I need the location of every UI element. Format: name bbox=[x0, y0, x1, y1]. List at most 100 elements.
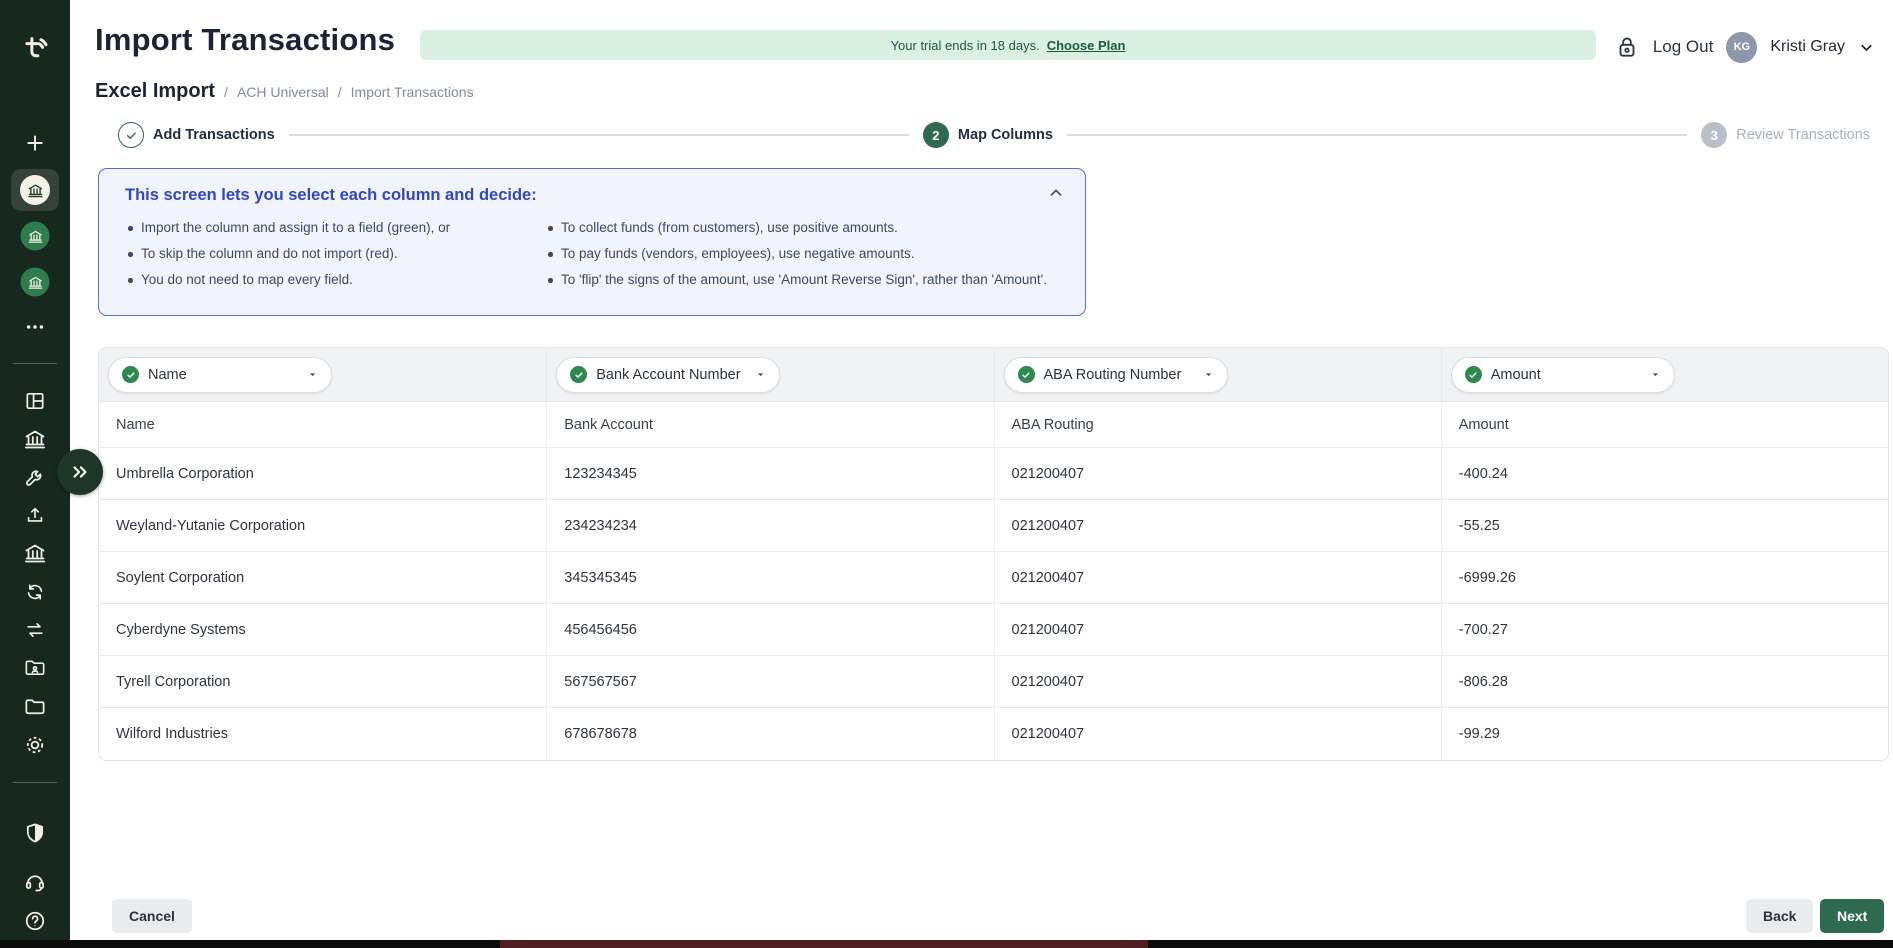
cell-amount: -99.29 bbox=[1441, 708, 1888, 760]
breadcrumb-primary: Excel Import bbox=[95, 80, 215, 103]
table-row: Umbrella Corporation 123234345 021200407… bbox=[99, 448, 1888, 500]
chevron-up-icon[interactable] bbox=[1047, 184, 1065, 207]
step-map-columns: 2 Map Columns bbox=[923, 122, 1053, 148]
lock-icon[interactable] bbox=[1614, 34, 1640, 60]
header-user-area: Log Out KG Kristi Gray bbox=[1614, 28, 1875, 66]
dropdown-value: Name bbox=[148, 367, 187, 383]
stepper-connector bbox=[289, 134, 909, 136]
sidebar-expand-button[interactable] bbox=[57, 449, 103, 495]
cell-name: Wilford Industries bbox=[99, 708, 546, 760]
cell-amount: -400.24 bbox=[1441, 448, 1888, 499]
sidebar-item-company-3[interactable] bbox=[21, 268, 50, 297]
mapped-check-icon bbox=[1018, 366, 1035, 383]
step-label: Add Transactions bbox=[153, 127, 275, 143]
bank-icon bbox=[21, 222, 50, 251]
cell-bank-account: 234234234 bbox=[546, 500, 993, 551]
table-row: Tyrell Corporation 567567567 021200407 -… bbox=[99, 656, 1888, 708]
avatar[interactable]: KG bbox=[1726, 32, 1757, 63]
column-header: ABA Routing bbox=[994, 402, 1441, 447]
user-name: Kristi Gray bbox=[1770, 38, 1845, 56]
mapped-check-icon bbox=[122, 366, 139, 383]
step-add-transactions: Add Transactions bbox=[118, 122, 275, 148]
sidebar-item-institution[interactable] bbox=[23, 541, 47, 565]
cancel-button[interactable]: Cancel bbox=[112, 899, 192, 933]
app-logo-icon bbox=[20, 33, 50, 63]
sidebar-item-settings[interactable] bbox=[23, 733, 47, 757]
cell-amount: -806.28 bbox=[1441, 656, 1888, 707]
step-number-badge: 3 bbox=[1701, 122, 1727, 148]
stepper-connector bbox=[1067, 134, 1687, 136]
column-field-dropdown-bank-account[interactable]: Bank Account Number bbox=[556, 357, 780, 393]
bottom-taskbar-accent bbox=[500, 940, 1148, 948]
add-company-button[interactable] bbox=[24, 132, 47, 155]
mapped-check-icon bbox=[570, 366, 587, 383]
sidebar-item-contacts-folder[interactable] bbox=[24, 657, 47, 680]
cell-name: Cyberdyne Systems bbox=[99, 604, 546, 655]
step-label: Review Transactions bbox=[1736, 127, 1870, 143]
caret-down-icon bbox=[755, 369, 766, 380]
caret-down-icon bbox=[307, 369, 318, 380]
sidebar-item-support[interactable] bbox=[24, 871, 47, 894]
step-label: Map Columns bbox=[958, 127, 1053, 143]
instruction-bullet: To collect funds (from customers), use p… bbox=[545, 220, 1047, 235]
column-header: Bank Account bbox=[546, 402, 993, 447]
selector-cell: Amount bbox=[1441, 348, 1888, 401]
breadcrumb-item[interactable]: ACH Universal bbox=[237, 84, 329, 100]
selector-cell: Name bbox=[99, 348, 546, 401]
sidebar-item-exchange[interactable] bbox=[24, 619, 46, 641]
cell-bank-account: 345345345 bbox=[546, 552, 993, 603]
sidebar-item-help[interactable] bbox=[24, 910, 47, 933]
step-review-transactions: 3 Review Transactions bbox=[1701, 122, 1870, 148]
sidebar-item-upload[interactable] bbox=[24, 504, 46, 526]
more-companies-button[interactable] bbox=[24, 316, 46, 338]
breadcrumb-separator: / bbox=[338, 84, 342, 100]
column-mapping-table: Name Bank Account Number ABA Routing Num… bbox=[98, 347, 1889, 761]
cell-amount: -6999.26 bbox=[1441, 552, 1888, 603]
cell-name: Weyland-Yutanie Corporation bbox=[99, 500, 546, 551]
column-field-dropdown-name[interactable]: Name bbox=[108, 357, 332, 393]
next-button[interactable]: Next bbox=[1820, 899, 1884, 933]
sidebar-item-security[interactable] bbox=[24, 822, 47, 845]
table-header-row: Name Bank Account ABA Routing Amount bbox=[99, 402, 1888, 448]
double-chevron-right-icon bbox=[69, 461, 91, 483]
sidebar-item-tools[interactable] bbox=[24, 466, 47, 489]
column-field-dropdown-aba-routing[interactable]: ABA Routing Number bbox=[1004, 357, 1228, 393]
wizard-stepper: Add Transactions 2 Map Columns 3 Review … bbox=[118, 120, 1870, 150]
column-header: Name bbox=[99, 402, 546, 447]
instruction-bullet: You do not need to map every field. bbox=[125, 272, 545, 287]
app-window: Import Transactions Your trial ends in 1… bbox=[0, 0, 1893, 948]
column-field-dropdown-amount[interactable]: Amount bbox=[1451, 357, 1675, 393]
chevron-down-icon[interactable] bbox=[1858, 39, 1875, 56]
step-complete-check-icon bbox=[118, 122, 144, 148]
instruction-bullet: To skip the column and do not import (re… bbox=[125, 246, 545, 261]
sidebar-item-sync[interactable] bbox=[24, 581, 46, 603]
bank-icon bbox=[21, 268, 50, 297]
instructions-panel: This screen lets you select each column … bbox=[98, 168, 1086, 316]
cell-name: Soylent Corporation bbox=[99, 552, 546, 603]
trial-banner: Your trial ends in 18 days. Choose Plan bbox=[420, 30, 1596, 60]
cell-bank-account: 123234345 bbox=[546, 448, 993, 499]
cell-aba-routing: 021200407 bbox=[994, 500, 1441, 551]
mapped-check-icon bbox=[1465, 366, 1482, 383]
sidebar-item-dashboard[interactable] bbox=[24, 390, 47, 413]
instruction-bullet: To pay funds (vendors, employees), use n… bbox=[545, 246, 1047, 261]
instructions-left-list: Import the column and assign it to a fie… bbox=[125, 220, 545, 298]
instructions-right-list: To collect funds (from customers), use p… bbox=[545, 220, 1047, 298]
sidebar-divider bbox=[13, 782, 57, 783]
cell-aba-routing: 021200407 bbox=[994, 552, 1441, 603]
dropdown-value: ABA Routing Number bbox=[1044, 367, 1182, 383]
sidebar-item-company-2[interactable] bbox=[21, 222, 50, 251]
sidebar-item-folder[interactable] bbox=[24, 696, 47, 719]
sidebar-item-bank[interactable] bbox=[23, 427, 47, 451]
table-row: Weyland-Yutanie Corporation 234234234 02… bbox=[99, 500, 1888, 552]
logout-button[interactable]: Log Out bbox=[1653, 37, 1714, 57]
sidebar-item-company-active[interactable] bbox=[11, 169, 59, 211]
table-row: Wilford Industries 678678678 021200407 -… bbox=[99, 708, 1888, 760]
column-selector-row: Name Bank Account Number ABA Routing Num… bbox=[99, 348, 1888, 402]
bottom-taskbar bbox=[0, 940, 1893, 948]
caret-down-icon bbox=[1650, 369, 1661, 380]
choose-plan-link[interactable]: Choose Plan bbox=[1047, 38, 1126, 53]
instruction-bullet: To 'flip' the signs of the amount, use '… bbox=[545, 272, 1047, 287]
caret-down-icon bbox=[1203, 369, 1214, 380]
back-button[interactable]: Back bbox=[1746, 899, 1813, 933]
